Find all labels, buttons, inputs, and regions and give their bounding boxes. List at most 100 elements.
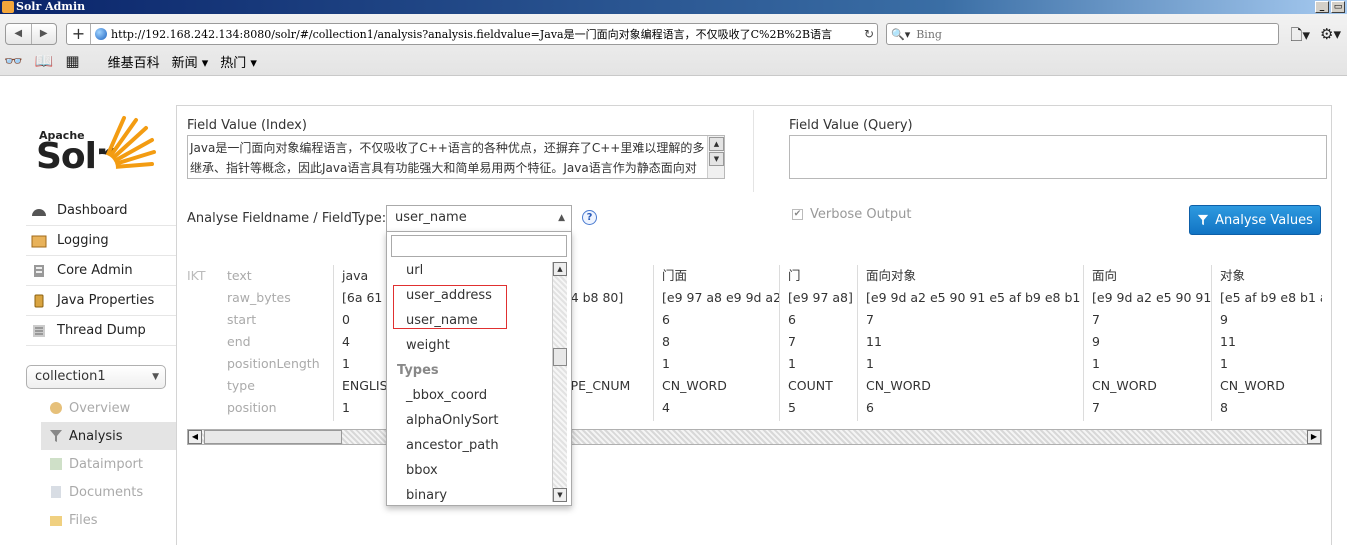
minimize-button[interactable]: _ [1315,1,1329,13]
scroll-down-icon[interactable]: ▼ [553,488,567,502]
forward-button[interactable]: ▶ [32,24,57,44]
help-icon[interactable]: ? [582,210,597,225]
fieldtype-select-value: user_name [395,210,467,225]
filter-icon [50,430,62,442]
sub-nav-analysis[interactable]: Analysis [41,422,176,450]
token-cell: [e9 97 a8 e9 9d a2] [662,290,779,305]
sub-nav-label: Overview [69,400,131,416]
scroll-left-icon[interactable]: ◀ [188,430,202,444]
dropdown-option[interactable]: bbox [387,458,553,483]
field-value-index-text[interactable]: Java是一门面向对象编程语言，不仅吸收了C++语言的各种优点，还摒弃了C++里… [190,138,706,178]
back-button[interactable]: ◀ [6,24,32,44]
dropdown-option[interactable]: alphaOnlySort [387,408,553,433]
token-cell: CN_WORD [1220,378,1285,393]
sub-nav-label: Analysis [69,428,123,444]
sub-nav-documents[interactable]: Documents [41,478,176,506]
dropdown-scrollbar[interactable]: ▲ ▼ [552,262,567,502]
nav-thread-dump[interactable]: Thread Dump [26,316,176,346]
dropdown-search-input[interactable] [391,235,567,257]
scroll-up-icon[interactable]: ▲ [709,137,724,151]
field-value-query-input[interactable] [789,135,1327,179]
solr-sun-icon [94,116,156,176]
window-title-bar: Solr Admin _ ▭ [0,0,1347,14]
bookmark-wikipedia[interactable]: 维基百科 [108,52,160,71]
nav-label: Dashboard [57,203,128,218]
token-cell: YPE_CNUM [563,378,631,393]
book-icon[interactable]: 📖 [35,52,54,70]
scrollbar-thumb[interactable] [553,348,567,366]
chevron-up-icon: ▲ [558,213,565,223]
nav-dashboard[interactable]: Dashboard [26,196,176,226]
reload-icon[interactable]: ↻ [861,27,877,41]
dropdown-option[interactable]: url [387,258,553,283]
token-cell: 11 [1220,334,1236,349]
token-cell: 4 [662,400,670,415]
token-cell: 门面 [662,268,688,283]
solr-logo[interactable]: Apache Solr [36,112,161,176]
sub-nav-label: Dataimport [69,456,143,472]
search-box[interactable]: 🔍▾ [886,23,1279,45]
token-cell: 1 [1220,356,1228,371]
grid-icon[interactable]: ▦ [65,52,79,70]
url-text[interactable]: http://192.168.242.134:8080/solr/#/colle… [111,26,861,42]
token-column: e4 b8 80] YPE_CNUM [561,265,653,421]
token-cell: CN_WORD [662,378,727,393]
add-bookmark-icon[interactable]: + [67,24,91,44]
gear-icon[interactable]: ⚙▾ [1320,25,1341,50]
token-column: 面向 [e9 9d a2 e5 90 91] 7 9 1 CN_WORD 7 [1083,265,1211,421]
dropdown-option[interactable]: ancestor_path [387,433,553,458]
verbose-checkbox[interactable]: ✔ [792,209,803,220]
core-selector[interactable]: collection1 ▼ [26,365,166,389]
verbose-label: Verbose Output [810,207,912,222]
index-scrollbar[interactable]: ▲ ▼ [707,136,724,178]
filter-icon [1197,214,1209,226]
sub-nav-dataimport[interactable]: Dataimport [41,450,176,478]
token-cell: 7 [1092,312,1100,327]
dropdown-option[interactable]: _bbox_coord [387,383,553,408]
token-cell [561,397,653,419]
token-cell: CN_WORD [1092,378,1157,393]
nav-logging[interactable]: Logging [26,226,176,256]
token-cell: 9 [1220,312,1228,327]
row-label: position [227,400,277,415]
dropdown-option[interactable]: weight [387,333,553,358]
sub-nav-overview[interactable]: Overview [41,394,176,422]
field-value-index-input[interactable]: Java是一门面向对象编程语言，不仅吸收了C++语言的各种优点，还摒弃了C++里… [187,135,725,179]
token-cell [561,309,653,331]
dropdown-group-label: Types [397,363,439,378]
scroll-right-icon[interactable]: ▶ [1307,430,1321,444]
bookmark-news[interactable]: 新闻 ▾ [172,52,209,71]
restore-button[interactable]: ▭ [1331,1,1345,13]
analyse-values-button[interactable]: Analyse Values [1189,205,1321,235]
sub-nav-label: Documents [69,484,144,500]
scroll-up-icon[interactable]: ▲ [553,262,567,276]
page-menu-icon[interactable]: 🗋▾ [1290,25,1310,50]
token-cell: 5 [788,400,796,415]
search-icon: 🔍▾ [891,27,911,41]
bookmark-hot[interactable]: 热门 ▾ [220,52,257,71]
fieldtype-select[interactable]: user_name ▲ [386,205,572,231]
nav-core-admin[interactable]: Core Admin [26,256,176,286]
address-bar[interactable]: + http://192.168.242.134:8080/solr/#/col… [66,23,878,45]
main-nav: Dashboard Logging Core Admin Java Proper… [26,196,176,346]
globe-icon [95,28,107,40]
nav-buttons: ◀ ▶ [5,23,57,45]
token-cell: 7 [866,312,874,327]
scroll-down-icon[interactable]: ▼ [709,152,724,166]
token-cell: 7 [1092,400,1100,415]
token-cell: COUNT [788,378,833,393]
row-label: text [227,268,252,283]
dropdown-option[interactable]: binary [387,483,553,505]
search-input[interactable] [914,26,1278,42]
verbose-output-option[interactable]: ✔ Verbose Output [792,207,912,222]
results-horizontal-scrollbar[interactable]: ◀ ▶ [187,429,1322,445]
field-value-index-label: Field Value (Index) [187,118,307,133]
core-sub-nav: Overview Analysis Dataimport Documents F… [41,394,176,534]
reader-glasses-icon[interactable]: 👓 [4,52,23,70]
nav-java-properties[interactable]: Java Properties [26,286,176,316]
sub-nav-files[interactable]: Files [41,506,176,534]
scrollbar-thumb[interactable] [204,430,342,444]
browser-toolbar: ◀ ▶ + http://192.168.242.134:8080/solr/#… [0,14,1347,76]
token-column: 对象 [e5 af b9 e8 b1 a1] 9 11 1 CN_WORD 8 [1211,265,1322,421]
token-cell: [e9 97 a8] [788,290,853,305]
